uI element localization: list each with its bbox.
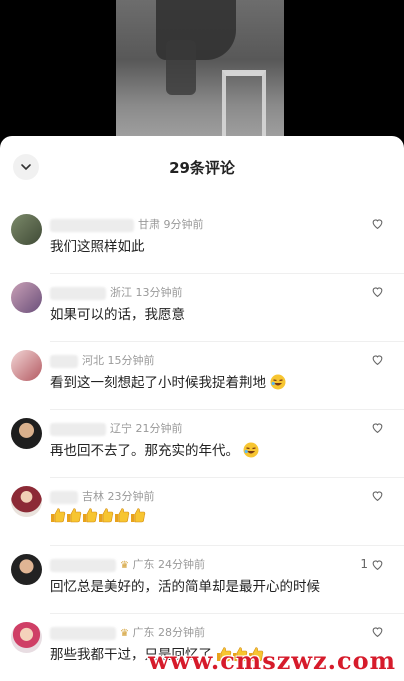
video-frame	[116, 0, 284, 150]
comment-location: 辽宁	[110, 422, 132, 435]
comment-location: 浙江	[110, 286, 132, 299]
comment-text	[50, 507, 146, 524]
comment-meta: 辽宁 21分钟前	[50, 420, 183, 436]
comment-location: 吉林	[82, 490, 104, 503]
avatar[interactable]	[11, 486, 42, 517]
comment-time: 13分钟前	[135, 286, 183, 299]
comment-text: 再也回不去了。那充实的年代。	[50, 439, 259, 459]
comment-panel: 29条评论 甘肃 9分钟前 我们这照样如此 浙江 13分钟前 如果可以的话，我愿…	[0, 136, 404, 681]
like-button[interactable]	[371, 353, 384, 366]
heart-outline-icon	[372, 559, 383, 570]
comment-time: 9分钟前	[163, 218, 204, 231]
comment-text: 回忆总是美好的，活的简单却是最开心的时候	[50, 579, 320, 595]
like-count: 1	[360, 557, 368, 571]
avatar[interactable]	[11, 350, 42, 381]
comment-meta: ♛ 广东 24分钟前	[50, 556, 205, 572]
like-button[interactable]	[371, 421, 384, 434]
username-redacted[interactable]	[50, 558, 116, 572]
heart-outline-icon	[372, 287, 383, 298]
comment-time: 15分钟前	[107, 354, 155, 367]
avatar[interactable]	[11, 622, 42, 653]
avatar[interactable]	[11, 214, 42, 245]
comment-location: 甘肃	[138, 218, 160, 231]
comment-text: 我们这照样如此	[50, 239, 145, 255]
like-button[interactable]: 1	[360, 557, 384, 571]
photo-stool	[222, 70, 266, 146]
heart-outline-icon	[372, 219, 383, 230]
thumbs-up-emoji-icon	[131, 508, 146, 523]
comment-location: 广东	[132, 626, 155, 639]
comment-item[interactable]: ♛ 广东 24分钟前 回忆总是美好的，活的简单却是最开心的时候 1	[0, 546, 404, 614]
comment-item[interactable]: 甘肃 9分钟前 我们这照样如此	[0, 206, 404, 274]
laughing-emoji-icon	[243, 442, 259, 458]
heart-outline-icon	[372, 355, 383, 366]
comment-time: 21分钟前	[135, 422, 183, 435]
comment-item[interactable]: 辽宁 21分钟前 再也回不去了。那充实的年代。	[0, 410, 404, 478]
username-redacted[interactable]	[50, 626, 116, 640]
username-redacted[interactable]	[50, 354, 78, 368]
avatar[interactable]	[11, 418, 42, 449]
username-redacted[interactable]	[50, 422, 106, 436]
panel-title: 29条评论	[169, 159, 235, 177]
comment-time: 24分钟前	[157, 558, 205, 571]
comment-text: 看到这一刻想起了小时候我捉着荆地	[50, 371, 286, 391]
crown-icon: ♛	[120, 628, 129, 639]
comment-meta: 河北 15分钟前	[50, 352, 155, 368]
comment-location: 河北	[82, 354, 104, 367]
username-redacted[interactable]	[50, 490, 78, 504]
like-button[interactable]	[371, 625, 384, 638]
avatar[interactable]	[11, 282, 42, 313]
comment-item[interactable]: 吉林 23分钟前	[0, 478, 404, 546]
thumbs-up-emoji-icon	[51, 508, 66, 523]
thumbs-up-emoji-icon	[83, 508, 98, 523]
thumbs-up-emoji-icon	[67, 508, 82, 523]
comment-text-body: 再也回不去了。那充实的年代。	[50, 443, 239, 459]
like-button[interactable]	[371, 489, 384, 502]
like-button[interactable]	[371, 285, 384, 298]
comment-time: 23分钟前	[107, 490, 155, 503]
photo-figure-arm	[166, 40, 196, 95]
heart-outline-icon	[372, 627, 383, 638]
comment-text-body: 看到这一刻想起了小时候我捉着荆地	[50, 375, 266, 391]
heart-outline-icon	[372, 423, 383, 434]
thumbs-up-emoji-icon	[115, 508, 130, 523]
avatar[interactable]	[11, 554, 42, 585]
watermark: www.cmszwz.com	[148, 646, 396, 675]
like-button[interactable]	[371, 217, 384, 230]
video-background[interactable]	[0, 0, 404, 150]
comment-time: 28分钟前	[157, 626, 205, 639]
laughing-emoji-icon	[270, 374, 286, 390]
comment-meta: 吉林 23分钟前	[50, 488, 155, 504]
comment-item[interactable]: 河北 15分钟前 看到这一刻想起了小时候我捉着荆地	[0, 342, 404, 410]
thumbs-up-emoji-icon	[99, 508, 114, 523]
username-redacted[interactable]	[50, 218, 134, 232]
comment-text: 如果可以的话，我愿意	[50, 307, 185, 323]
comment-item[interactable]: 浙江 13分钟前 如果可以的话，我愿意	[0, 274, 404, 342]
comment-meta: 浙江 13分钟前	[50, 284, 183, 300]
heart-outline-icon	[372, 491, 383, 502]
comment-location: 广东	[132, 558, 155, 571]
username-redacted[interactable]	[50, 286, 106, 300]
crown-icon: ♛	[120, 560, 129, 571]
comment-meta: 甘肃 9分钟前	[50, 216, 204, 232]
comment-meta: ♛ 广东 28分钟前	[50, 624, 205, 640]
